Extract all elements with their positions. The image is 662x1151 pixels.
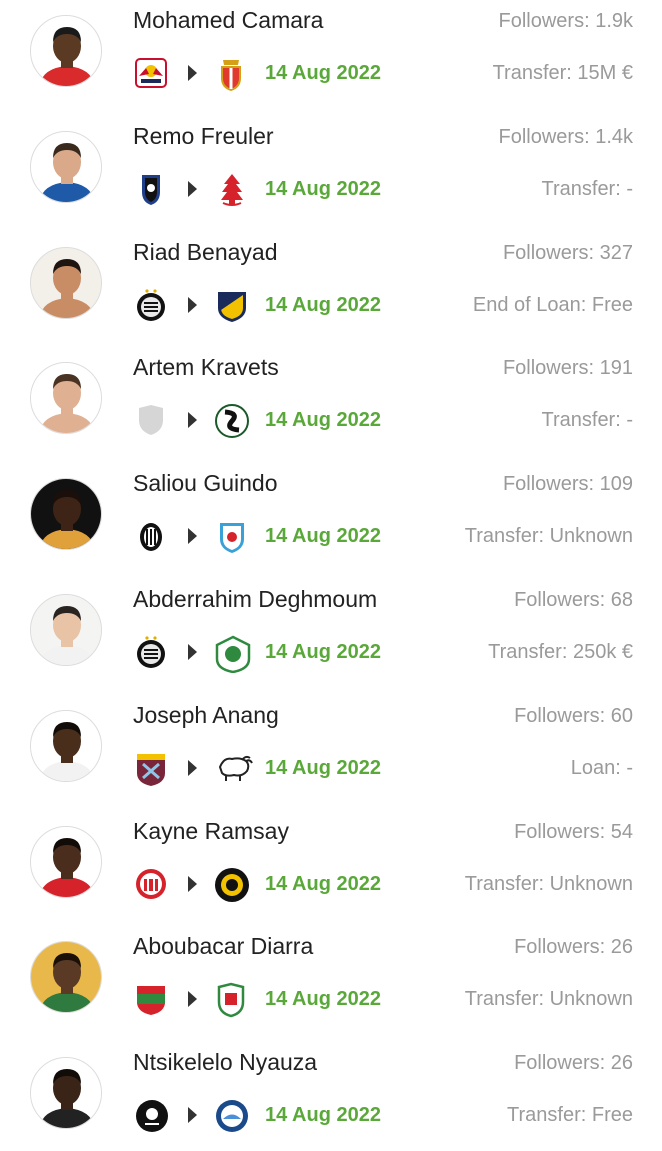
west-ham-crest-icon[interactable]	[134, 751, 168, 786]
arrow-right-icon	[188, 180, 197, 197]
transfer-row[interactable]: Artem Kravets Followers: 191 14 Aug 2022 Tr…	[0, 340, 662, 456]
derby-county-crest-icon[interactable]	[214, 751, 253, 787]
player-avatar[interactable]	[30, 709, 102, 782]
arrow-right-icon	[188, 643, 197, 660]
transfer-fee: Transfer: Free	[507, 1104, 633, 1127]
player-name[interactable]: Ntsikelelo Nyauza	[133, 1049, 317, 1076]
sakaryaspor-crest-icon[interactable]	[214, 403, 250, 439]
player-avatar[interactable]	[30, 941, 102, 1014]
charleroi-crest-icon[interactable]	[134, 635, 168, 669]
arrow-right-icon	[188, 528, 197, 545]
arrow-right-icon	[188, 875, 197, 892]
followers-count: Followers: 327	[502, 241, 633, 264]
transfer-row[interactable]: Riad Benayad Followers: 327 14 Aug 2022 End…	[0, 225, 662, 341]
followers-count: Followers: 26	[514, 1052, 633, 1075]
player-name[interactable]: Remo Freuler	[133, 123, 274, 150]
transfer-fee: Transfer: Unknown	[464, 525, 633, 548]
tondela-crest-icon[interactable]	[214, 519, 250, 555]
transfer-row[interactable]: Remo Freuler Followers: 1.4k 14 Aug 2022 Tr…	[0, 109, 662, 225]
default-shield-icon[interactable]	[134, 403, 168, 437]
followers-count: Followers: 60	[514, 704, 633, 727]
transfer-fee: Transfer: Unknown	[464, 872, 633, 895]
djoliba-crest-icon[interactable]	[134, 982, 168, 1016]
transfer-row[interactable]: Joseph Anang Followers: 60 14 Aug 2022 Loan…	[0, 688, 662, 804]
arrow-right-icon	[188, 412, 197, 429]
player-name[interactable]: Aboubacar Diarra	[133, 933, 313, 960]
player-name[interactable]: Abderrahim Deghmoum	[133, 586, 377, 613]
sion-crest-icon[interactable]	[134, 519, 168, 553]
player-name[interactable]: Riad Benayad	[133, 239, 278, 266]
transfer-fee: Loan: -	[570, 756, 633, 779]
player-avatar[interactable]	[30, 1057, 102, 1130]
player-avatar[interactable]	[30, 825, 102, 898]
player-avatar[interactable]	[30, 478, 102, 551]
orlando-pirates-crest-icon[interactable]	[134, 1098, 168, 1133]
transfer-list: Mohamed Camara Followers: 1.9k 14 Aug 2022…	[0, 0, 662, 1151]
nottingham-forest-crest-icon[interactable]	[214, 172, 250, 208]
atalanta-crest-icon[interactable]	[134, 172, 168, 206]
paris-fc-crest-icon[interactable]	[214, 288, 250, 324]
transfer-fee: Transfer: Unknown	[464, 988, 633, 1011]
transfer-fee: Transfer: -	[541, 177, 634, 200]
arrow-right-icon	[188, 759, 197, 776]
transfer-row[interactable]: Saliou Guindo Followers: 109 14 Aug 2022 Tr…	[0, 456, 662, 572]
transfer-date: 14 Aug 2022	[265, 409, 381, 432]
charleroi-crest-icon[interactable]	[134, 288, 168, 322]
transfer-fee: Transfer: 15M €	[492, 62, 633, 84]
transfer-row[interactable]: Kayne Ramsay Followers: 54 14 Aug 2022 Tran…	[0, 804, 662, 920]
al-masry-crest-icon[interactable]	[214, 635, 251, 674]
transfer-date: 14 Aug 2022	[265, 988, 381, 1011]
rb-salzburg-crest-icon[interactable]	[134, 56, 168, 90]
transfer-row[interactable]: Ntsikelelo Nyauza Followers: 26 14 Aug 202…	[0, 1035, 662, 1151]
followers-count: Followers: 68	[514, 588, 633, 611]
transfer-row[interactable]: Mohamed Camara Followers: 1.9k 14 Aug 2022…	[0, 0, 662, 109]
transfer-date: 14 Aug 2022	[265, 525, 381, 548]
player-name[interactable]: Artem Kravets	[133, 354, 279, 381]
arrow-right-icon	[188, 1107, 197, 1124]
transfer-date: 14 Aug 2022	[265, 756, 381, 779]
player-avatar[interactable]	[30, 15, 102, 87]
arrow-right-icon	[188, 296, 197, 313]
followers-count: Followers: 109	[502, 473, 633, 496]
transfer-fee: End of Loan: Free	[472, 293, 633, 316]
al-wehdat-crest-icon[interactable]	[214, 982, 250, 1018]
player-name[interactable]: Kayne Ramsay	[133, 818, 289, 845]
player-avatar[interactable]	[30, 130, 102, 203]
arrow-right-icon	[188, 991, 197, 1008]
followers-count: Followers: 54	[514, 820, 633, 843]
monaco-crest-icon[interactable]	[214, 56, 250, 92]
southampton-crest-icon[interactable]	[134, 867, 168, 901]
arrow-right-icon	[188, 65, 197, 81]
harrogate-crest-icon[interactable]	[214, 867, 250, 903]
player-avatar[interactable]	[30, 246, 102, 319]
player-name[interactable]: Mohamed Camara	[133, 7, 323, 34]
followers-count: Followers: 1.9k	[498, 10, 634, 32]
transfer-fee: Transfer: -	[541, 409, 634, 432]
transfer-date: 14 Aug 2022	[265, 177, 381, 200]
player-name[interactable]: Joseph Anang	[133, 702, 279, 729]
transfer-fee: Transfer: 250k €	[488, 640, 633, 663]
followers-count: Followers: 26	[514, 936, 633, 959]
transfer-date: 14 Aug 2022	[265, 1104, 381, 1127]
transfer-row[interactable]: Aboubacar Diarra Followers: 26 14 Aug 2022…	[0, 919, 662, 1035]
player-name[interactable]: Saliou Guindo	[133, 470, 278, 497]
transfer-date: 14 Aug 2022	[265, 872, 381, 895]
transfer-date: 14 Aug 2022	[265, 293, 381, 316]
followers-count: Followers: 191	[502, 357, 633, 380]
player-avatar[interactable]	[30, 362, 102, 435]
transfer-date: 14 Aug 2022	[265, 640, 381, 663]
transfer-date: 14 Aug 2022	[265, 62, 381, 84]
richards-bay-crest-icon[interactable]	[214, 1098, 250, 1134]
player-avatar[interactable]	[30, 593, 102, 666]
followers-count: Followers: 1.4k	[498, 125, 634, 148]
transfer-row[interactable]: Abderrahim Deghmoum Followers: 68 14 Aug 2…	[0, 572, 662, 688]
